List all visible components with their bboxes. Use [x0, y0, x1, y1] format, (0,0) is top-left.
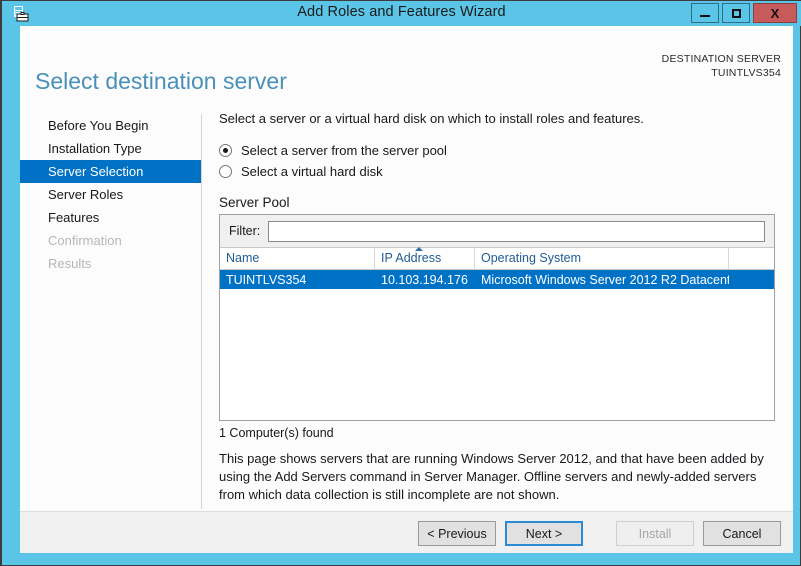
destination-server-name: TUINTLVS354 — [711, 67, 781, 79]
computers-found-text: 1 Computer(s) found — [219, 426, 334, 440]
next-button[interactable]: Next > — [505, 521, 583, 546]
column-header-operating-system[interactable]: Operating System — [475, 248, 729, 269]
table-row[interactable]: TUINTLVS354 10.103.194.176 Microsoft Win… — [220, 270, 774, 289]
radio-virtual-hard-disk-icon[interactable] — [219, 164, 232, 178]
column-header-name[interactable]: Name — [220, 248, 375, 269]
filter-label: Filter: — [229, 224, 261, 238]
sidebar-item-server-roles[interactable]: Server Roles — [20, 183, 201, 206]
server-pool-box: Filter: Name IP Address Operating System… — [219, 214, 775, 421]
sidebar-item-confirmation: Confirmation — [48, 233, 122, 248]
wizard-steps-sidebar: Before You Begin Installation Type Serve… — [20, 114, 201, 275]
window-title: Add Roles and Features Wizard — [297, 4, 506, 20]
server-pool-group-label: Server Pool — [219, 195, 290, 210]
radio-server-pool-icon[interactable] — [219, 143, 232, 157]
cell-ip-address: 10.103.194.176 — [381, 272, 468, 287]
cancel-button[interactable]: Cancel — [703, 521, 781, 546]
column-header-spacer — [729, 248, 774, 269]
install-button: Install — [616, 521, 694, 546]
radio-option-virtual-hard-disk[interactable]: Select a virtual hard disk — [219, 161, 781, 181]
server-pool-note: This page shows servers that are running… — [219, 451, 764, 502]
main-content: Select a server or a virtual hard disk o… — [219, 111, 781, 504]
server-table-header: Name IP Address Operating System — [220, 247, 774, 270]
sidebar-item-server-selection[interactable]: Server Selection — [20, 160, 201, 183]
sidebar-item-results: Results — [48, 256, 92, 271]
minimize-button[interactable] — [691, 3, 719, 23]
sidebar-item-installation-type[interactable]: Installation Type — [20, 137, 201, 160]
previous-button[interactable]: < Previous — [418, 521, 496, 546]
cell-name: TUINTLVS354 — [226, 272, 307, 287]
window-controls: X — [691, 3, 797, 23]
sidebar-divider — [201, 114, 202, 509]
column-header-ip-address[interactable]: IP Address — [375, 247, 475, 269]
radio-option-server-pool[interactable]: Select a server from the server pool — [219, 140, 781, 160]
wizard-window: Add Roles and Features Wizard X Select d… — [0, 0, 801, 566]
column-header-ip-address-label: IP Address — [381, 251, 442, 265]
sidebar-item-before-you-begin[interactable]: Before You Begin — [20, 114, 201, 137]
server-table-body: TUINTLVS354 10.103.194.176 Microsoft Win… — [220, 270, 774, 289]
filter-input[interactable] — [268, 220, 765, 242]
filter-strip: Filter: — [220, 215, 774, 247]
page-title: Select destination server — [35, 68, 287, 95]
close-button[interactable]: X — [753, 3, 797, 23]
footer-button-row: < Previous Next > Install Cancel — [418, 521, 781, 546]
maximize-button[interactable] — [722, 3, 750, 23]
maximize-icon — [731, 8, 741, 18]
intro-text: Select a server or a virtual hard disk o… — [219, 111, 644, 126]
minimize-icon — [700, 15, 710, 17]
destination-server-block: DESTINATION SERVER TUINTLVS354 — [662, 52, 781, 80]
radio-server-pool-label: Select a server from the server pool — [241, 142, 447, 158]
cell-operating-system: Microsoft Windows Server 2012 R2 Datacen… — [481, 272, 729, 287]
title-bar: Add Roles and Features Wizard X — [2, 1, 801, 26]
sidebar-item-features[interactable]: Features — [20, 206, 201, 229]
destination-server-label: DESTINATION SERVER — [661, 53, 781, 65]
wizard-page: Select destination server DESTINATION SE… — [20, 26, 793, 542]
sort-ascending-icon — [414, 247, 423, 251]
wizard-footer: < Previous Next > Install Cancel — [20, 511, 793, 553]
radio-virtual-hard-disk-label: Select a virtual hard disk — [241, 163, 383, 179]
